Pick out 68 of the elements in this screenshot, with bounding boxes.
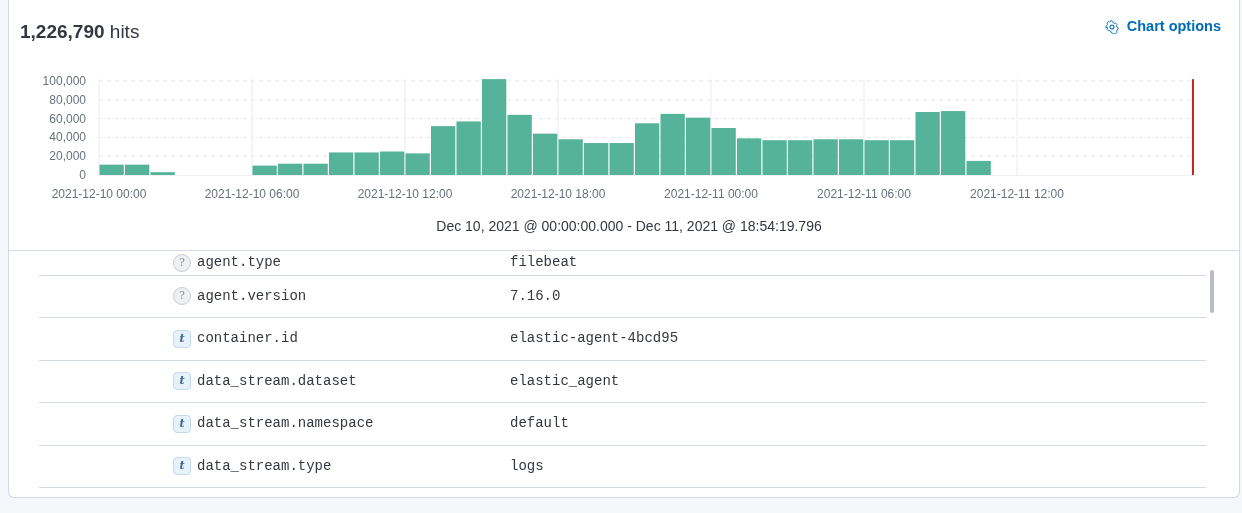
histogram-bar[interactable] <box>303 163 328 175</box>
histogram-bar[interactable] <box>558 139 583 175</box>
histogram-bar[interactable] <box>788 140 813 175</box>
histogram-bar[interactable] <box>762 140 787 175</box>
histogram-bar[interactable] <box>482 79 507 175</box>
axis-label: 20,000 <box>49 149 86 164</box>
histogram-bar[interactable] <box>278 163 303 175</box>
axis-label: 2021-12-10 18:00 <box>510 187 606 201</box>
histogram-bar[interactable] <box>737 138 762 175</box>
axis-label: 80,000 <box>49 92 86 107</box>
field-type-icon: t <box>173 329 191 348</box>
histogram-bar[interactable] <box>864 140 889 175</box>
field-type-icon: ? <box>173 253 191 272</box>
axis-label: 2021-12-11 12:00 <box>970 187 1064 201</box>
histogram-bar[interactable] <box>941 111 966 175</box>
histogram-bar[interactable] <box>380 151 405 175</box>
histogram-bar[interactable] <box>405 153 430 175</box>
field-type-icon: t <box>173 457 191 476</box>
histogram-bar[interactable] <box>813 139 838 175</box>
histogram-bar[interactable] <box>533 133 558 175</box>
histogram-bar[interactable] <box>890 140 915 175</box>
field-type-icon: ? <box>173 287 191 306</box>
axis-label: 2021-12-10 00:00 <box>51 187 147 201</box>
hits-count: 1,226,790 hits <box>20 20 140 44</box>
histogram-bar[interactable] <box>431 126 456 175</box>
field-name: container.id <box>197 329 298 349</box>
field-value: filebeat <box>510 253 578 273</box>
histogram-bar[interactable] <box>99 164 124 175</box>
histogram-bar[interactable] <box>329 152 354 175</box>
axis-label: 60,000 <box>49 111 86 126</box>
histogram-bar[interactable] <box>125 164 150 175</box>
axis-label: 2021-12-10 12:00 <box>357 187 453 201</box>
axis-label: 0 <box>79 168 86 182</box>
field-value: default <box>510 414 569 434</box>
axis-label: 40,000 <box>49 130 86 145</box>
field-value: logs <box>510 456 544 476</box>
field-name: data_stream.namespace <box>197 414 374 434</box>
field-value: elastic-agent-4bcd95 <box>510 329 679 349</box>
field-value: elastic_agent <box>510 371 620 391</box>
histogram-bar[interactable] <box>711 128 736 175</box>
field-value: 7.16.0 <box>510 286 561 306</box>
histogram-bar[interactable] <box>635 123 660 175</box>
scrollbar-thumb[interactable] <box>1210 270 1214 313</box>
field-name: data_stream.type <box>197 456 332 476</box>
field-type-icon: t <box>173 372 191 391</box>
histogram-bar[interactable] <box>507 114 532 175</box>
histogram-bar[interactable] <box>660 113 685 175</box>
chart-options-button[interactable]: Chart options <box>1104 16 1221 38</box>
histogram-bar[interactable] <box>686 117 711 175</box>
gear-icon <box>1104 20 1119 34</box>
histogram-bar[interactable] <box>609 143 634 175</box>
histogram-bar[interactable] <box>584 143 609 175</box>
axis-label: 2021-12-11 00:00 <box>664 187 758 201</box>
histogram-bar[interactable] <box>915 112 940 175</box>
axis-label: 2021-12-10 06:00 <box>204 187 300 201</box>
axis-label: 2021-12-11 06:00 <box>817 187 911 201</box>
field-type-icon: t <box>173 414 191 433</box>
histogram-bar[interactable] <box>839 139 864 175</box>
histogram-bar[interactable] <box>966 160 991 175</box>
histogram-bar[interactable] <box>252 165 277 175</box>
histogram-bar[interactable] <box>456 121 481 175</box>
field-name: data_stream.dataset <box>197 371 357 391</box>
histogram-bar[interactable] <box>150 172 175 175</box>
field-name: agent.type <box>197 253 281 273</box>
histogram-bar[interactable] <box>354 152 379 175</box>
axis-label: 100,000 <box>42 74 86 88</box>
time-range-label: Dec 10, 2021 @ 00:00:00.000 - Dec 11, 2021 @ 18:54:19.796 <box>435 217 823 236</box>
field-name: agent.version <box>197 286 307 306</box>
